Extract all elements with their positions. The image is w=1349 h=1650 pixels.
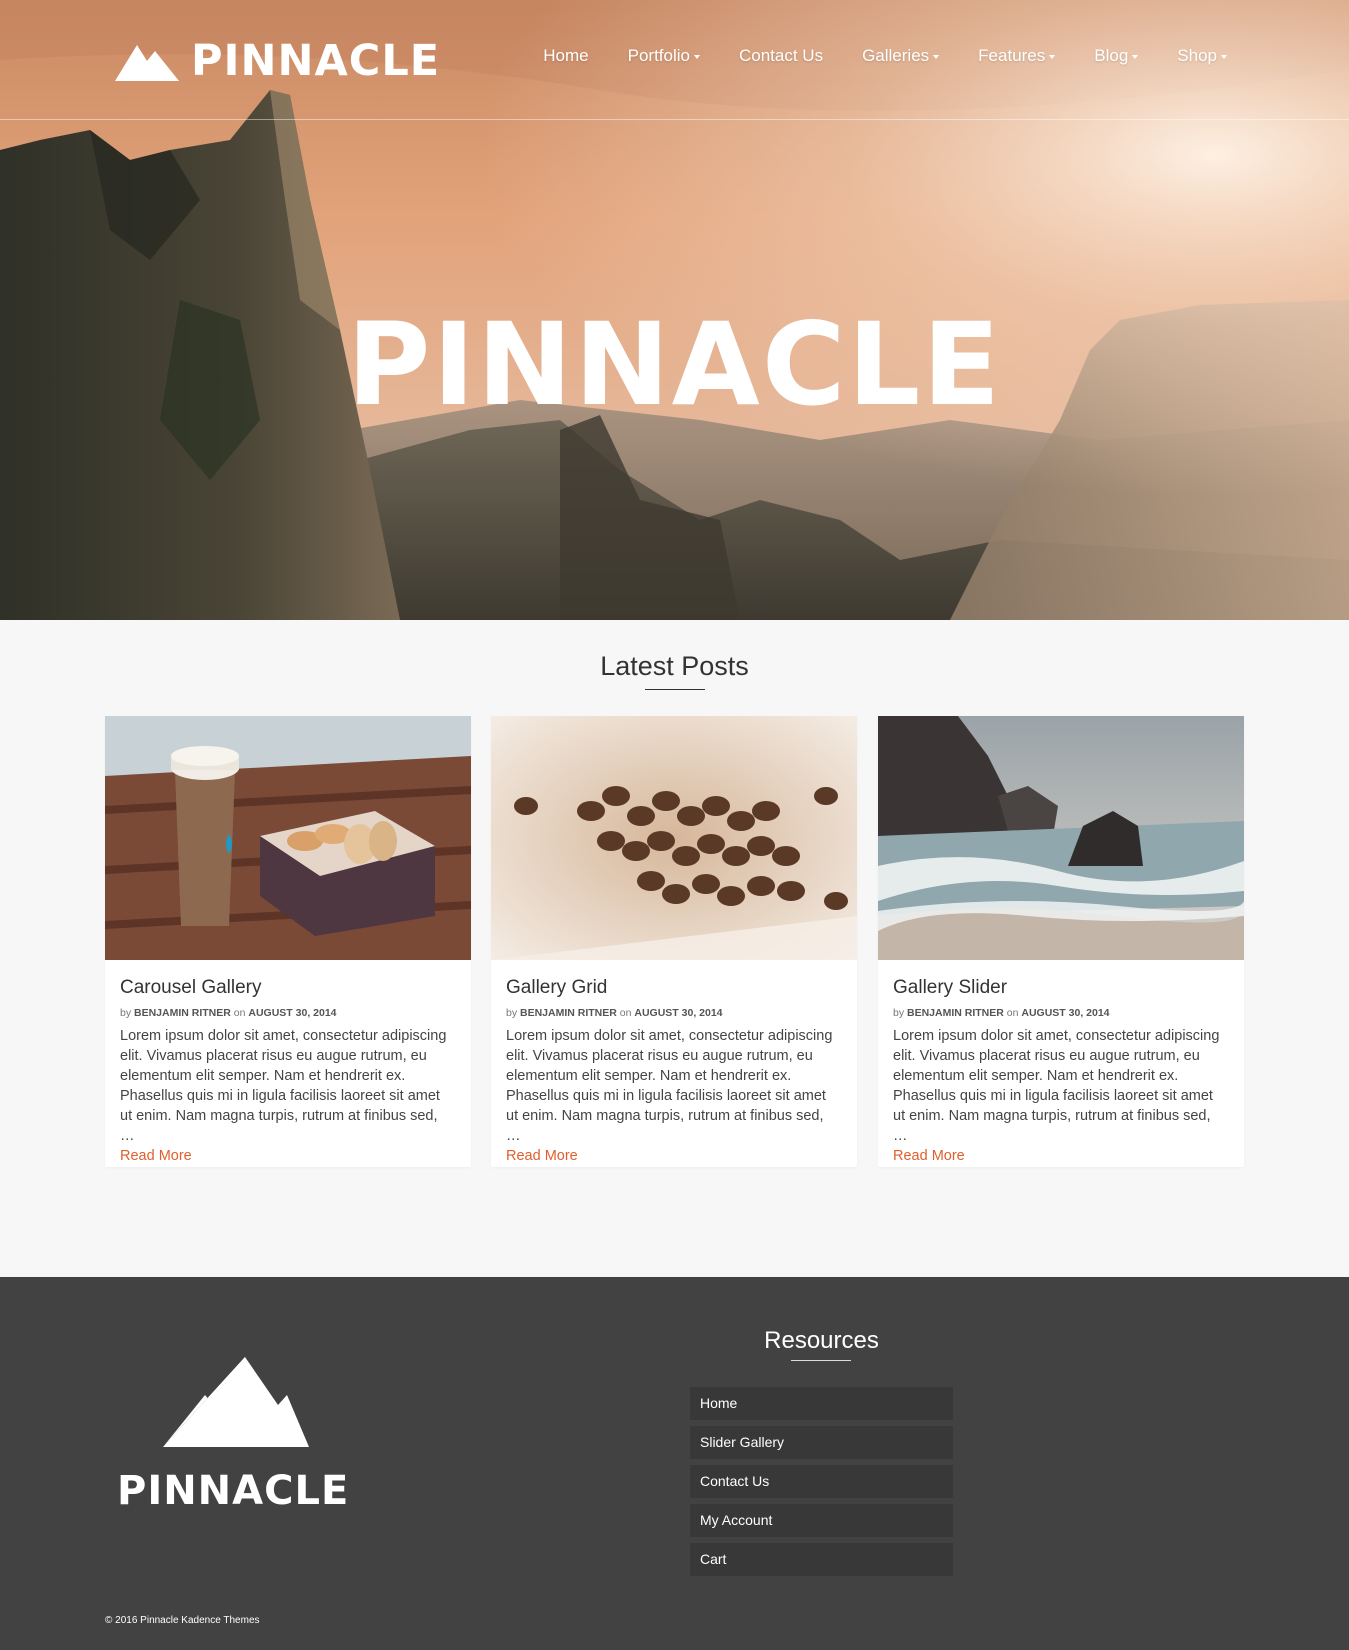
site-logo[interactable]: PINNACLE [115,38,440,84]
post-author[interactable]: BENJAMIN RITNER [134,1007,231,1019]
nav-item-label: Galleries [862,46,930,65]
read-more-link[interactable]: Read More [120,1146,192,1167]
hero-banner: PINNACLE Home Portfolio Contact Us Galle… [0,0,1349,620]
resources-link-my-account[interactable]: My Account [690,1504,953,1537]
post-meta-on: on [233,1007,246,1019]
post-excerpt: Lorem ipsum dolor sit amet, consectetur … [506,1028,833,1144]
post-thumbnail[interactable] [878,716,1244,960]
post-meta-on: on [1006,1007,1019,1019]
post-meta-by: by [893,1007,905,1019]
post-meta: by BENJAMIN RITNER on AUGUST 30, 2014 [120,1007,456,1020]
caret-down-icon [1049,55,1056,59]
heading-underline [791,1360,851,1361]
read-more-link[interactable]: Read More [893,1146,965,1167]
nav-item-shop[interactable]: Shop [1177,46,1227,66]
post-meta: by BENJAMIN RITNER on AUGUST 30, 2014 [506,1007,842,1020]
post-date: AUGUST 30, 2014 [248,1007,337,1019]
hero-title: PINNACLE [346,298,1003,431]
nav-item-label: Shop [1177,46,1217,65]
coffee-cup-macarons-image [105,716,471,960]
caret-down-icon [1132,55,1139,59]
post-meta-by: by [506,1007,518,1019]
resources-link-cart[interactable]: Cart [690,1543,953,1576]
post-thumbnail[interactable] [491,716,857,960]
resources-heading: Resources [764,1327,879,1354]
post-title[interactable]: Carousel Gallery [120,977,456,999]
nav-item-contact-us[interactable]: Contact Us [739,46,823,66]
resources-link-slider-gallery[interactable]: Slider Gallery [690,1426,953,1459]
post-author[interactable]: BENJAMIN RITNER [520,1007,617,1019]
caret-down-icon [693,55,700,59]
mountain-logo-icon [115,45,179,81]
nav-item-label: Features [978,46,1046,65]
post-meta-on: on [619,1007,632,1019]
caret-down-icon [933,55,940,59]
nav-item-blog[interactable]: Blog [1094,46,1139,66]
footer-logo-text: PINNACLE [117,1468,350,1514]
post-date: AUGUST 30, 2014 [634,1007,723,1019]
mountain-logo-icon [163,1357,309,1447]
resources-menu: Home Slider Gallery Contact Us My Accoun… [690,1387,953,1582]
footer-logo[interactable]: PINNACLE [117,1357,357,1513]
nav-item-portfolio[interactable]: Portfolio [628,46,700,66]
post-date: AUGUST 30, 2014 [1021,1007,1110,1019]
site-footer: PINNACLE Resources Home Slider Gallery C… [0,1277,1349,1650]
rocky-beach-image [878,716,1244,960]
post-card: Gallery Grid by BENJAMIN RITNER on AUGUS… [491,716,857,1167]
post-card: Gallery Slider by BENJAMIN RITNER on AUG… [878,716,1244,1167]
coffee-beans-image [491,716,857,960]
nav-item-label: Contact Us [738,46,824,65]
post-author[interactable]: BENJAMIN RITNER [907,1007,1004,1019]
post-meta: by BENJAMIN RITNER on AUGUST 30, 2014 [893,1007,1229,1020]
post-title[interactable]: Gallery Slider [893,977,1229,999]
heading-underline [645,689,705,690]
nav-item-label: Home [543,46,589,65]
copyright-text: © 2016 Pinnacle Kadence Themes [105,1615,260,1626]
main-nav: Home Portfolio Contact Us Galleries Feat… [543,46,1227,66]
site-header: PINNACLE Home Portfolio Contact Us Galle… [0,0,1349,120]
nav-item-features[interactable]: Features [978,46,1056,66]
latest-posts-heading: Latest Posts [600,651,749,681]
post-thumbnail[interactable] [105,716,471,960]
site-logo-text: PINNACLE [191,36,441,86]
caret-down-icon [1221,55,1227,59]
post-meta-by: by [120,1007,132,1019]
resources-link-home[interactable]: Home [690,1387,953,1420]
nav-item-galleries[interactable]: Galleries [862,46,940,66]
post-title[interactable]: Gallery Grid [506,977,842,999]
nav-item-home[interactable]: Home [543,46,588,66]
post-excerpt: Lorem ipsum dolor sit amet, consectetur … [893,1028,1220,1144]
nav-item-label: Blog [1094,46,1129,65]
post-excerpt: Lorem ipsum dolor sit amet, consectetur … [120,1028,447,1144]
post-card: Carousel Gallery by BENJAMIN RITNER on A… [105,716,471,1167]
nav-item-label: Portfolio [627,46,690,65]
resources-link-contact-us[interactable]: Contact Us [690,1465,953,1498]
read-more-link[interactable]: Read More [506,1146,578,1167]
